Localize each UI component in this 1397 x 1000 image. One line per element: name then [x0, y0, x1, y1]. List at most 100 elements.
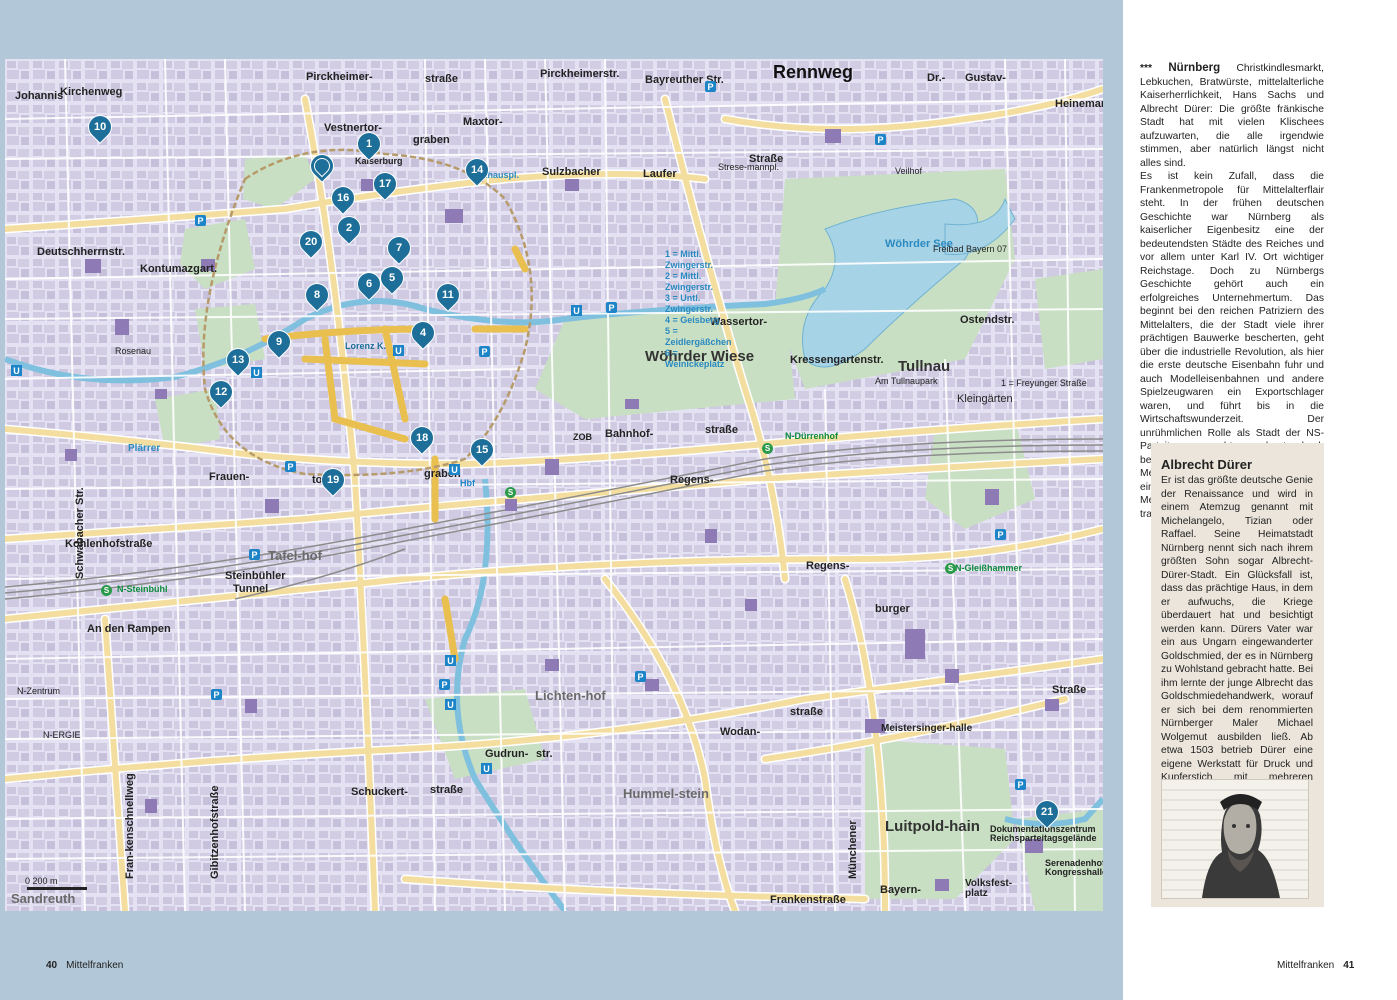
label-dokumentationszentrum: Dokumentationszentrum Reichsparteitagsge… — [990, 824, 1097, 843]
parking-icon: P — [705, 81, 716, 92]
label-gudrunstr-2: str. — [536, 748, 553, 760]
label-schuckert: Schuckert- — [351, 786, 408, 798]
u-bahn-icon: U — [445, 655, 456, 666]
u-bahn-icon: U — [393, 345, 404, 356]
label-kleingarten: Kleingärten — [957, 393, 1013, 405]
label-bahnhofstr-2: straße — [705, 424, 739, 436]
info-box: Albrecht Dürer Er ist das größte deutsch… — [1151, 443, 1324, 907]
u-bahn-icon: U — [251, 367, 262, 378]
label-burger-2: burger — [875, 603, 910, 615]
label-strasse-2: Straße — [1052, 684, 1087, 696]
u-bahn-icon: U — [11, 365, 22, 376]
label-bayern: Bayern- — [880, 884, 921, 896]
label-frankenstr: Frankenstraße — [770, 894, 846, 906]
label-deutschherrnstr: Deutschherrnstr. — [37, 246, 126, 258]
info-box-title: Albrecht Dürer — [1161, 457, 1253, 472]
s-bahn-icon: S — [101, 585, 112, 596]
info-box-text: Er ist das größte deutsche Genie der Ren… — [1161, 475, 1313, 797]
footer-left: 40 Mittelfranken — [46, 960, 123, 971]
u-bahn-icon: U — [445, 699, 456, 710]
label-n-gleisshammer: N-Gleißhammer — [955, 563, 1023, 573]
label-stresemannpl: Strese-mannpl. — [718, 162, 780, 172]
portrait-engraving-icon — [1161, 779, 1309, 899]
scale-label: 0 200 m — [25, 876, 58, 886]
s-bahn-icon: S — [762, 443, 773, 454]
legend-item: 6 = Weinickeplatz — [665, 348, 725, 369]
label-kressengarten: Kressengartenstr. — [790, 354, 884, 366]
city-map[interactable]: Rennweg Pirckheimer- straße Pirckheimers… — [5, 59, 1103, 911]
parking-icon: P — [479, 346, 490, 357]
s-bahn-icon: S — [505, 487, 516, 498]
label-strasse-3: straße — [790, 706, 824, 718]
parking-icon: P — [211, 689, 222, 700]
label-tullnau: Tullnau — [898, 358, 951, 375]
label-regens-2: Regens- — [806, 560, 850, 572]
label-strasse-4: straße — [430, 784, 464, 796]
page-number-right: 41 — [1343, 960, 1355, 971]
parking-icon: P — [195, 215, 206, 226]
article-city: Nürnberg — [1168, 62, 1221, 74]
label-plaerrer: Plärrer — [128, 443, 161, 454]
label-maxtor: Maxtor- — [463, 116, 503, 128]
label-dr: Dr.- — [927, 72, 946, 84]
label-tunnel: Tunnel — [233, 583, 269, 595]
parking-icon: P — [285, 461, 296, 472]
parking-icon: P — [606, 302, 617, 313]
label-volksfestplatz: Volksfest-platz — [965, 878, 1013, 899]
label-bahnhofstr: Bahnhof- — [605, 428, 654, 440]
label-rennweg: Rennweg — [773, 62, 854, 82]
article-intro: Christkindlesmarkt, Lebkuchen, Bratwürst… — [1140, 63, 1324, 169]
label-heinemann: Heinemann- — [1055, 98, 1103, 110]
label-meistersingerhalle: Meistersinger-halle — [881, 723, 973, 734]
section-right: Mittelfranken — [1277, 960, 1335, 971]
label-hummelstein: Hummel-stein — [623, 786, 709, 801]
label-kontumaz: Kontumazgart. — [140, 263, 217, 275]
label-tafelhof: Tafel-hof — [268, 548, 322, 563]
label-pirckheimer: Pirckheimer- — [306, 71, 373, 83]
label-frankenschnellweg: Fran-kenschnellweg — [124, 773, 136, 879]
label-n-steinbuehl: N-Steinbühl — [117, 584, 168, 594]
label-ostendstr: Ostendstr. — [960, 314, 1015, 326]
label-graben: graben — [413, 134, 450, 146]
scale-bar — [27, 887, 87, 890]
label-kongresshalle: Serenadenhof Kongresshalle — [1045, 858, 1103, 877]
parking-icon: P — [1015, 779, 1026, 790]
label-gibitzenhof: Gibitzenhofstraße — [209, 785, 221, 879]
s-bahn-icon: S — [945, 563, 956, 574]
label-laufer: Laufer — [643, 168, 677, 180]
legend-item: 4 = Geisberg — [665, 315, 720, 325]
label-freibad: Freibad Bayern 07 — [933, 244, 1008, 254]
label-n-zentrum: N-Zentrum — [17, 686, 61, 696]
label-johannis: Johannis — [15, 90, 64, 102]
legend-list: 1 = Mittl. Zwingerstr. 2 = Mittl. Zwinge… — [665, 249, 735, 370]
label-gudrunstr: Gudrun- — [485, 748, 529, 760]
map-graphics — [5, 59, 1103, 911]
section-left: Mittelfranken — [66, 960, 124, 971]
label-vestnertor: Vestnertor- — [324, 122, 383, 134]
legend-item: 3 = Untl. Zwingerstr. — [665, 293, 714, 314]
label-an-den-rampen: An den Rampen — [87, 623, 171, 635]
legend-item: 5 = Zeidlergäßchen — [665, 326, 732, 347]
label-gustav: Gustav- — [965, 72, 1006, 84]
label-hbf: Hbf — [460, 478, 475, 488]
label-veilhof: Veilhof — [895, 166, 923, 176]
label-n-ergie: N-ERGIE — [43, 730, 81, 740]
footer-right: Mittelfranken 41 — [1277, 960, 1354, 971]
label-frauen: Frauen- — [209, 471, 250, 483]
label-sandreuth: Sandreuth — [11, 891, 76, 906]
label-wodanstr: Wodan- — [720, 726, 761, 738]
label-steinbuehler: Steinbühler — [225, 570, 286, 582]
u-bahn-icon: U — [571, 305, 582, 316]
label-zob: ZOB — [573, 432, 592, 442]
label-lorenz-k: Lorenz K. — [345, 341, 387, 351]
parking-icon: P — [995, 529, 1006, 540]
label-sulzbacher: Sulzbacher — [542, 166, 601, 178]
parking-icon: P — [635, 671, 646, 682]
label-regens: Regens- — [670, 474, 714, 486]
parking-icon: P — [249, 549, 260, 560]
label-rosenau: Rosenau — [115, 346, 152, 356]
legend-item: 2 = Mittl. Zwingerstr. — [665, 271, 714, 292]
label-am-tullnaupark: Am Tullnaupark — [875, 376, 938, 386]
rating-stars: *** — [1140, 63, 1153, 74]
label-pirckheimer-2: straße — [425, 73, 459, 85]
